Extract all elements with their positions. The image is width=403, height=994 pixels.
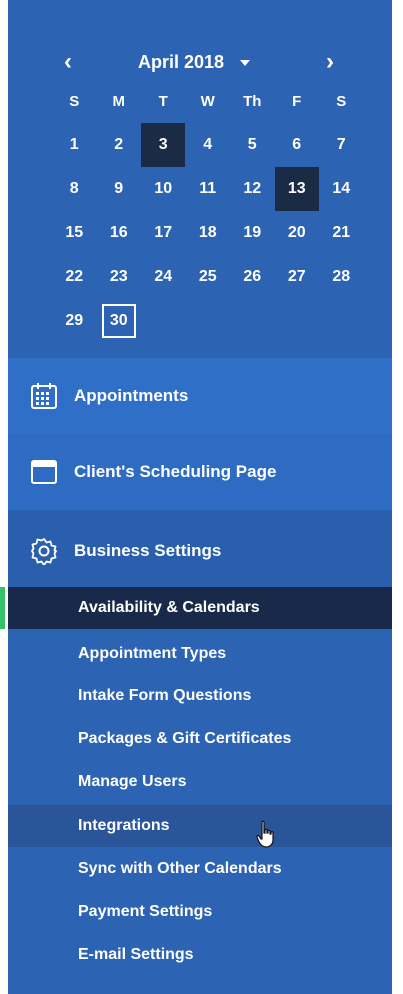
submenu-item-label: Payment Settings [78,903,213,920]
submenu-item-label: Appointment Types [78,645,227,662]
submenu-item-label: Intake Form Questions [78,687,252,704]
calendar-grid: S M T W Th F S 1 2 3 4 5 6 7 8 9 10 11 12 13 14 15 16 17 18 19 20 2… [52,86,364,338]
calendar-day[interactable]: 17 [141,211,185,255]
submenu-item[interactable]: Payment Settings [8,891,392,933]
chevron-down-icon [240,60,251,66]
weekday-label: W [200,92,215,110]
calendar-day[interactable]: 11 [186,167,230,211]
submenu-item-label: Packages & Gift Certificates [78,730,292,747]
calendar-day[interactable]: 9 [97,167,141,211]
calendar-day[interactable]: 8 [52,167,96,211]
calendar-header: ‹ April 2018 › [8,50,392,74]
month-label: April 2018 [138,51,225,72]
calendar-day[interactable]: 22 [52,255,96,299]
calendar-day[interactable]: 24 [141,255,185,299]
submenu-item-label: Availability & Calendars [78,599,260,616]
gear-icon [31,538,57,565]
submenu-item[interactable]: Sync with Other Calendars [8,848,392,890]
nav-appointments[interactable]: Appointments [8,358,392,434]
weekday-label: S [69,92,80,110]
submenu-item[interactable]: E-mail Settings [8,934,392,976]
nav-scheduling-page[interactable]: Client's Scheduling Page [8,434,392,510]
submenu-item-label: E-mail Settings [78,946,194,963]
weekday-label: F [292,92,302,110]
weekday-label: S [336,92,347,110]
weekday-label: M [112,92,126,110]
calendar-day[interactable]: 15 [52,211,96,255]
prev-month-button[interactable]: ‹ [56,50,80,74]
calendar-day[interactable]: 26 [230,255,274,299]
submenu-item-label: Manage Users [78,773,187,790]
submenu-item[interactable]: Integrations [8,805,392,847]
next-month-button[interactable]: › [318,50,342,74]
active-indicator [0,587,5,629]
calendar-day[interactable]: 25 [186,255,230,299]
calendar-day[interactable]: 23 [97,255,141,299]
weekday-label: T [158,92,168,110]
nav-business-settings[interactable]: Business Settings [8,510,392,592]
nav-appointments-label: Appointments [74,386,189,405]
submenu-item[interactable]: Appointment Types [8,633,392,675]
calendar-day[interactable]: 10 [141,167,185,211]
calendar-day[interactable]: 14 [319,167,363,211]
submenu-item[interactable]: Manage Users [8,761,392,803]
calendar-day[interactable]: 28 [319,255,363,299]
calendar-day[interactable]: 20 [275,211,319,255]
calendar-day[interactable]: 2 [97,123,141,167]
sidebar: ‹ April 2018 › S M T W Th F S 1 2 3 4 5 6 7 8 9 10 11 12 13… [0,0,392,994]
submenu-item-label: Sync with Other Calendars [78,860,282,877]
calendar-day[interactable]: 12 [230,167,274,211]
calendar-day[interactable]: 21 [319,211,363,255]
submenu-item[interactable]: Availability & Calendars [0,587,392,629]
calendar-day[interactable]: 16 [97,211,141,255]
mini-calendar: ‹ April 2018 › S M T W Th F S 1 2 3 4 5 6 7 8 9 10 11 12 13… [8,0,392,358]
calendar-day[interactable]: 4 [186,123,230,167]
submenu-item-label: Integrations [78,817,170,834]
calendar-day[interactable]: 29 [52,299,96,343]
hand-cursor-icon [256,820,274,848]
calendar-day[interactable]: 27 [275,255,319,299]
calendar-day[interactable]: 7 [319,123,363,167]
calendar-day[interactable]: 18 [186,211,230,255]
calendar-day[interactable]: 1 [52,123,96,167]
weekday-label: Th [243,92,262,110]
calendar-day[interactable]: 3 [141,123,186,167]
calendar-day[interactable]: 6 [275,123,319,167]
calendar-day[interactable]: 19 [230,211,274,255]
calendar-day[interactable]: 13 [274,167,319,211]
calendar-icon [31,383,57,409]
calendar-day[interactable]: 30 [97,299,141,343]
submenu-item[interactable]: Packages & Gift Certificates [8,718,392,760]
nav-business-settings-label: Business Settings [74,541,222,560]
browser-window-icon [31,460,57,484]
calendar-day[interactable]: 5 [230,123,274,167]
month-selector[interactable]: April 2018 [138,50,268,74]
submenu-item[interactable]: Intake Form Questions [8,675,392,717]
nav-scheduling-page-label: Client's Scheduling Page [74,462,277,481]
